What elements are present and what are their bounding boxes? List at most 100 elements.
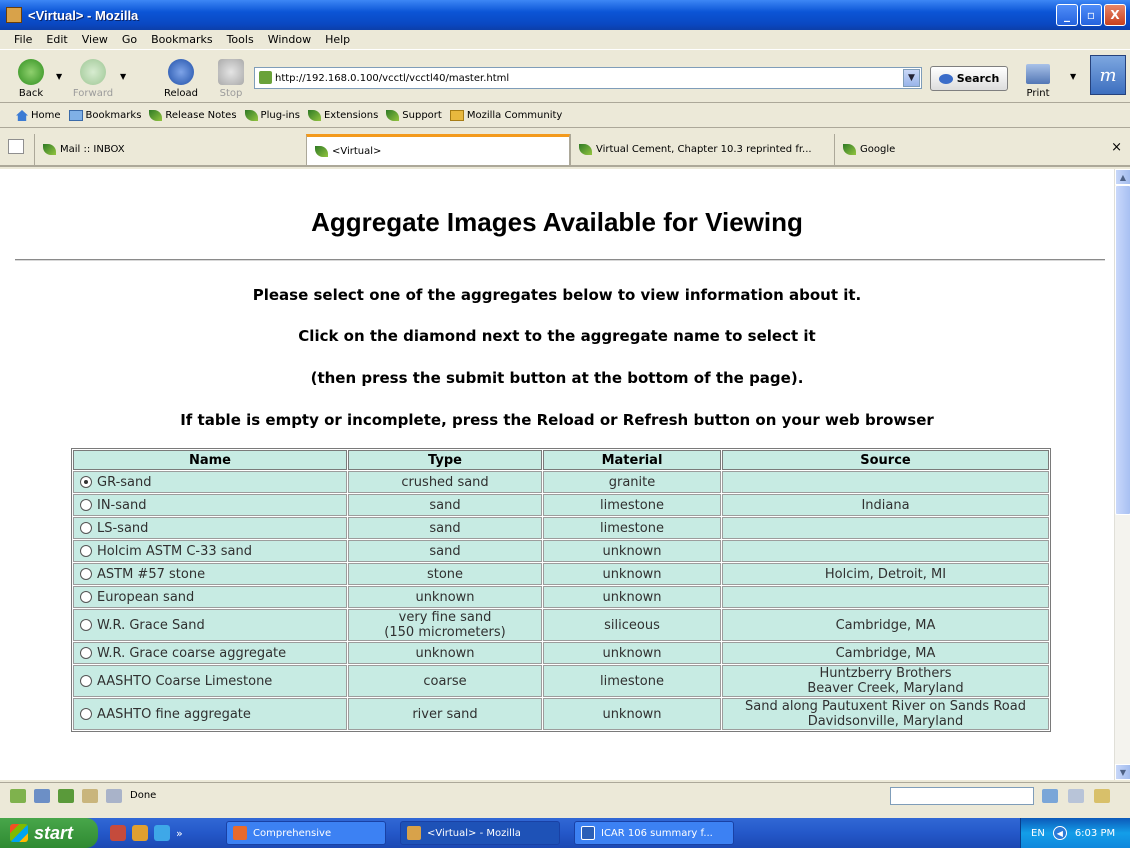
scroll-down-icon[interactable]: ▼ xyxy=(1115,764,1130,780)
taskbar-item-label: Comprehensive xyxy=(253,827,332,839)
bookmark-home[interactable]: Home xyxy=(16,110,61,121)
aggregate-name: W.R. Grace Sand xyxy=(97,617,205,633)
stop-button[interactable]: Stop xyxy=(208,53,254,99)
mozilla-icon xyxy=(407,826,421,840)
forward-dropdown-icon[interactable]: ▼ xyxy=(120,72,126,81)
bookmarks-icon xyxy=(68,110,83,121)
close-window-button[interactable]: X xyxy=(1104,4,1126,26)
cell-type: very fine sand (150 micrometers) xyxy=(348,609,542,641)
status-bar: Done xyxy=(0,782,1130,808)
quicklaunch-more-icon[interactable]: » xyxy=(176,827,183,840)
bookmark-mozilla-community[interactable]: Mozilla Community xyxy=(449,110,562,121)
leaf-icon xyxy=(43,144,56,155)
composer-icon[interactable] xyxy=(58,788,74,803)
stop-label: Stop xyxy=(219,88,243,99)
tab-virtual[interactable]: <Virtual> xyxy=(306,134,570,165)
minimize-button[interactable]: _ xyxy=(1056,4,1078,26)
aggregate-radio[interactable] xyxy=(80,475,92,488)
aggregate-radio[interactable] xyxy=(80,674,92,687)
menu-edit[interactable]: Edit xyxy=(46,33,67,46)
menu-view[interactable]: View xyxy=(82,33,108,46)
menu-window[interactable]: Window xyxy=(268,33,311,46)
chat-icon[interactable] xyxy=(106,788,122,803)
bookmark-plugins[interactable]: Plug-ins xyxy=(244,110,300,121)
menu-tools[interactable]: Tools xyxy=(227,33,254,46)
aggregate-name: European sand xyxy=(97,589,195,605)
tab-mail-inbox[interactable]: Mail :: INBOX xyxy=(34,134,306,165)
taskbar-item-mozilla[interactable]: <Virtual> - Mozilla xyxy=(400,821,560,845)
print-dropdown-icon[interactable]: ▼ xyxy=(1070,72,1076,81)
quicklaunch-browser-icon[interactable] xyxy=(132,825,148,841)
back-button[interactable]: Back xyxy=(8,53,54,99)
aggregate-radio[interactable] xyxy=(80,646,92,659)
clock: 6:03 PM xyxy=(1074,827,1116,839)
taskbar-item-comprehensive[interactable]: Comprehensive xyxy=(226,821,386,845)
cell-name: IN-sand xyxy=(73,494,347,516)
url-bar[interactable]: http://192.168.0.100/vcctl/vcctl40/maste… xyxy=(254,67,922,89)
bookmark-extensions[interactable]: Extensions xyxy=(307,110,378,121)
maximize-button[interactable]: ▫ xyxy=(1080,4,1102,26)
quicklaunch-ie-icon[interactable] xyxy=(154,825,170,841)
navigator-icon[interactable] xyxy=(10,788,26,803)
scrollbar-thumb[interactable] xyxy=(1115,185,1130,515)
taskbar-item-label: ICAR 106 summary f... xyxy=(601,827,713,839)
tab-google[interactable]: Google xyxy=(834,134,1094,165)
url-dropdown-icon[interactable]: ▼ xyxy=(903,69,920,87)
print-button[interactable]: Print xyxy=(1018,53,1058,99)
lock-icon[interactable] xyxy=(1094,789,1110,803)
language-indicator[interactable]: EN xyxy=(1031,828,1045,839)
table-row: AASHTO Coarse Limestone coarse limestone Hu… xyxy=(73,665,1049,697)
print-label: Print xyxy=(1026,88,1050,99)
mozilla-throbber-logo[interactable]: m xyxy=(1090,55,1126,95)
reload-icon xyxy=(168,59,194,85)
new-tab-icon[interactable] xyxy=(8,139,24,154)
window-title: <Virtual> - Mozilla xyxy=(28,7,139,23)
forward-button[interactable]: Forward xyxy=(70,53,116,99)
mail-icon[interactable] xyxy=(34,788,50,803)
aggregate-radio[interactable] xyxy=(80,707,92,720)
aggregate-name: GR-sand xyxy=(97,474,152,490)
bookmark-bookmarks[interactable]: Bookmarks xyxy=(68,110,141,121)
back-dropdown-icon[interactable]: ▼ xyxy=(56,72,62,81)
table-row: ASTM #57 stone stone unknown Holcim, Detroi… xyxy=(73,563,1049,585)
menu-help[interactable]: Help xyxy=(325,33,350,46)
menu-file[interactable]: File xyxy=(14,33,32,46)
search-button[interactable]: Search xyxy=(930,66,1008,91)
reload-button[interactable]: Reload xyxy=(158,53,204,99)
popup-icon[interactable] xyxy=(1068,789,1084,803)
cell-type: river sand xyxy=(348,698,542,730)
scroll-up-icon[interactable]: ▲ xyxy=(1115,169,1130,185)
aggregate-radio[interactable] xyxy=(80,521,92,534)
taskbar-item-icar[interactable]: ICAR 106 summary f... xyxy=(574,821,734,845)
online-icon[interactable] xyxy=(1042,789,1058,803)
forward-arrow-icon xyxy=(80,59,106,85)
aggregate-name: ASTM #57 stone xyxy=(97,566,206,582)
vertical-scrollbar[interactable]: ▲ ▼ xyxy=(1114,169,1130,780)
address-book-icon[interactable] xyxy=(82,788,98,803)
aggregate-radio[interactable] xyxy=(80,590,92,603)
show-hidden-icons-icon[interactable]: ◀ xyxy=(1052,826,1067,840)
leaf-icon xyxy=(843,144,856,155)
menu-bookmarks[interactable]: Bookmarks xyxy=(151,33,212,46)
menu-go[interactable]: Go xyxy=(122,33,137,46)
cell-type: unknown xyxy=(348,642,542,664)
cell-source: Cambridge, MA xyxy=(722,642,1049,664)
home-icon xyxy=(16,110,28,121)
bookmark-support[interactable]: Support xyxy=(386,110,442,121)
search-label: Search xyxy=(956,72,1000,85)
quick-launch xyxy=(110,825,170,841)
quicklaunch-app-icon[interactable] xyxy=(110,825,126,841)
bookmark-release-notes[interactable]: Release Notes xyxy=(149,110,237,121)
table-row: Holcim ASTM C-33 sand sand unknown xyxy=(73,540,1049,562)
aggregate-radio[interactable] xyxy=(80,498,92,511)
aggregate-radio[interactable] xyxy=(80,544,92,557)
start-button[interactable]: start xyxy=(0,818,98,848)
aggregate-radio[interactable] xyxy=(80,618,92,631)
close-tab-icon[interactable]: × xyxy=(1111,140,1122,155)
cell-source: Sand along Pautuxent River on Sands Road… xyxy=(722,698,1049,730)
url-text[interactable]: http://192.168.0.100/vcctl/vcctl40/maste… xyxy=(275,73,509,84)
aggregate-radio[interactable] xyxy=(80,567,92,580)
tab-virtual-cement[interactable]: Virtual Cement, Chapter 10.3 reprinted f… xyxy=(570,134,834,165)
cell-material: limestone xyxy=(543,517,721,539)
cell-source xyxy=(722,517,1049,539)
